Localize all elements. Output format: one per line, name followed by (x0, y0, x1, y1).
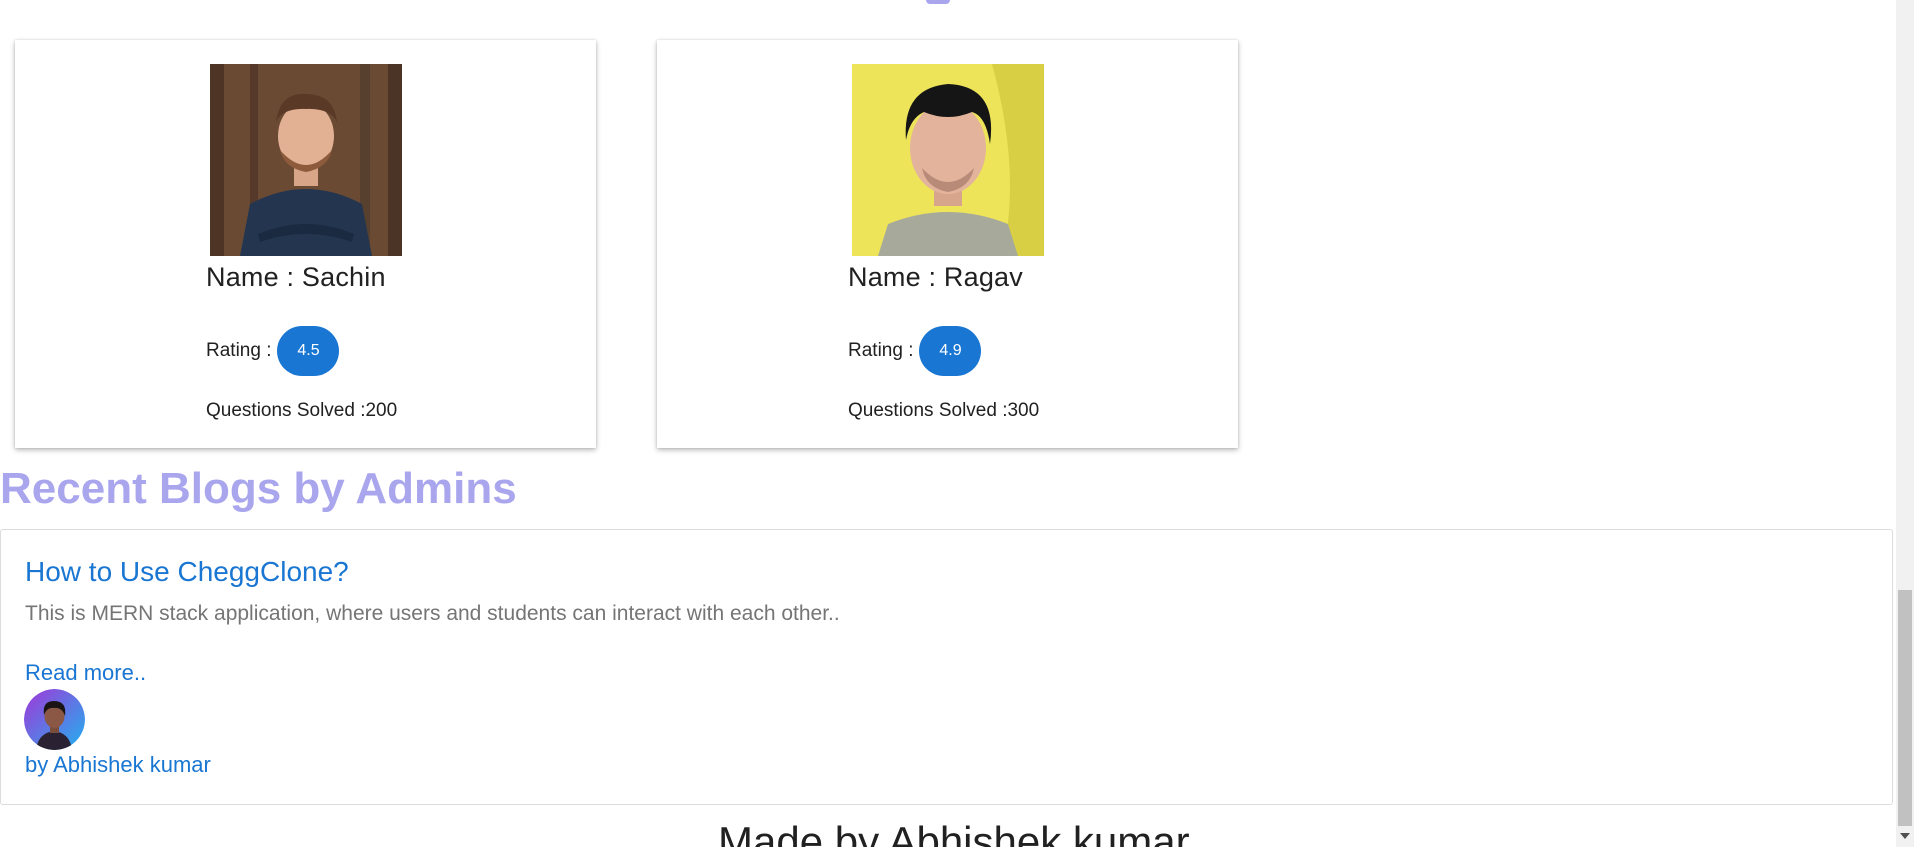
expert-card: Name : Sachin Rating : 4.5 Questions Sol… (15, 40, 596, 448)
rating-row: Rating : 4.9 (848, 326, 982, 376)
scrollbar-thumb[interactable] (1898, 590, 1912, 826)
expert-photo (852, 64, 1044, 256)
blog-excerpt: This is MERN stack application, where us… (25, 602, 840, 625)
expert-name: Name : Sachin (206, 262, 386, 292)
author-avatar[interactable] (24, 689, 85, 750)
questions-solved: Questions Solved :200 (206, 400, 398, 421)
rating-label: Rating : (848, 340, 914, 361)
read-more-link[interactable]: Read more.. (25, 660, 146, 686)
footer-credit: Made by Abhishek kumar (718, 818, 1190, 847)
author-avatar-icon (24, 689, 85, 750)
questions-solved: Questions Solved :300 (848, 400, 1040, 421)
expert-name: Name : Ragav (848, 262, 1023, 292)
rating-badge: 4.9 (919, 326, 982, 376)
vertical-scrollbar[interactable] (1896, 0, 1914, 847)
top-heading-fragment (926, 0, 950, 4)
expert-photo (210, 64, 402, 256)
blog-title[interactable]: How to Use CheggClone? (25, 556, 349, 588)
rating-row: Rating : 4.5 (206, 326, 340, 376)
page: Name : Sachin Rating : 4.5 Questions Sol… (0, 0, 1896, 847)
blog-author[interactable]: by Abhishek kumar (25, 752, 211, 778)
recent-blogs-heading: Recent Blogs by Admins (0, 464, 517, 513)
rating-badge: 4.5 (277, 326, 340, 376)
blog-card: How to Use CheggClone? This is MERN stac… (0, 529, 1893, 805)
expert-card: Name : Ragav Rating : 4.9 Questions Solv… (657, 40, 1238, 448)
scroll-down-arrow-icon[interactable] (1900, 833, 1910, 839)
person-photo-icon (852, 64, 1044, 256)
person-photo-icon (210, 64, 402, 256)
rating-label: Rating : (206, 340, 272, 361)
